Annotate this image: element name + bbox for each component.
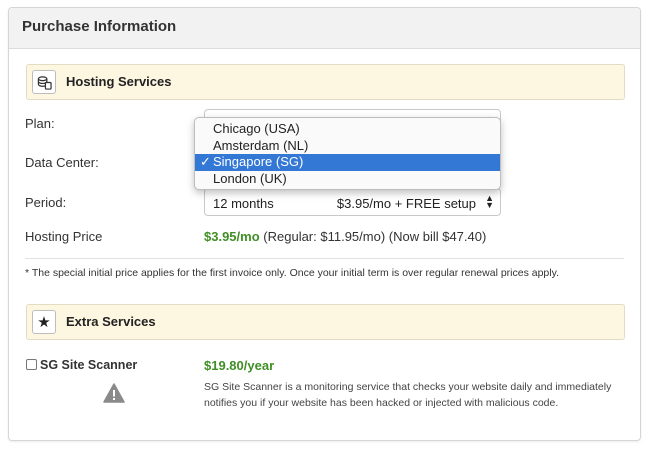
period-price: $3.95/mo + FREE setup: [336, 196, 476, 211]
select-arrows-icon: ▲▼: [485, 193, 494, 210]
hosting-services-title: Hosting Services: [66, 74, 172, 89]
divider: [25, 258, 624, 259]
extra-services-title: Extra Services: [66, 314, 156, 329]
hosting-price-detail: (Regular: $11.95/mo) (Now bill $47.40): [263, 229, 487, 244]
site-scanner-description: SG Site Scanner is a monitoring service …: [204, 381, 612, 409]
dropdown-option-singapore[interactable]: ✓ Singapore (SG): [195, 154, 500, 171]
dropdown-option-chicago[interactable]: Chicago (USA): [195, 121, 500, 138]
period-value: 12 months: [213, 196, 274, 211]
panel-header: Purchase Information: [9, 8, 640, 49]
data-center-dropdown: Chicago (USA) Amsterdam (NL) ✓ Singapore…: [194, 117, 501, 190]
dropdown-option-amsterdam[interactable]: Amsterdam (NL): [195, 138, 500, 155]
dropdown-option-london[interactable]: London (UK): [195, 171, 500, 188]
pricing-note: * The special initial price applies for …: [25, 267, 559, 279]
data-center-label: Data Center:: [25, 155, 99, 170]
dropdown-option-label: Singapore (SG): [213, 154, 304, 169]
warning-icon: [103, 383, 125, 408]
star-icon: ★: [32, 310, 56, 334]
check-icon: ✓: [200, 154, 211, 169]
site-scanner-checkbox[interactable]: [26, 359, 37, 370]
site-scanner-price: $19.80/year: [204, 358, 275, 373]
period-select[interactable]: 12 months $3.95/mo + FREE setup ▲ ▼: [204, 188, 501, 216]
purchase-information-panel: Purchase Information Hosting Services Pl…: [8, 7, 641, 441]
site-scanner-label[interactable]: SG Site Scanner: [40, 358, 137, 372]
panel-title: Purchase Information: [22, 18, 177, 35]
extra-services-header: ★ Extra Services: [26, 304, 625, 340]
hosting-price-main: $3.95/mo: [204, 229, 260, 244]
period-label: Period:: [25, 195, 67, 210]
server-icon: [32, 70, 56, 94]
hosting-price-label: Hosting Price: [25, 229, 103, 244]
hosting-price: $3.95/mo (Regular: $11.95/mo) (Now bill …: [204, 229, 486, 244]
plan-label: Plan:: [25, 116, 55, 131]
hosting-services-header: Hosting Services: [26, 64, 625, 100]
